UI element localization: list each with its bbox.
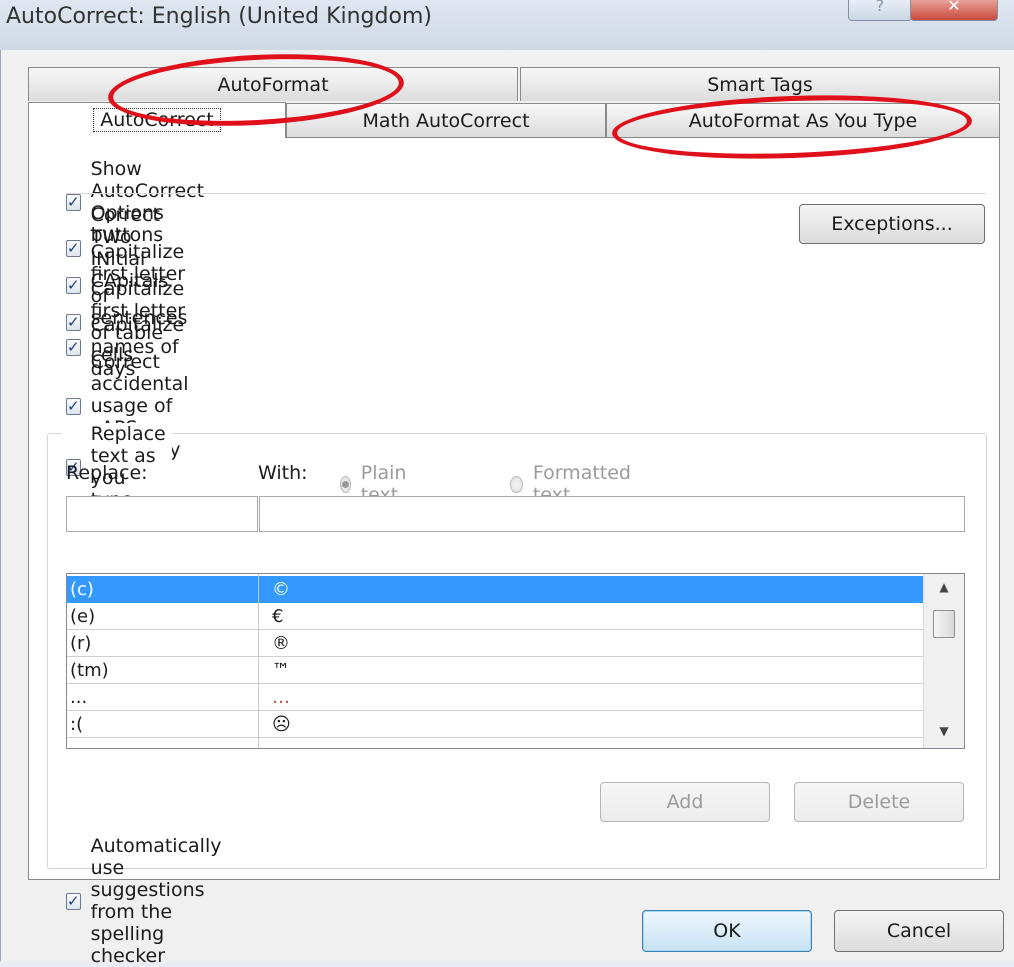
entry-with: € (272, 606, 284, 627)
tab-autoformat-as-you-type[interactable]: AutoFormat As You Type (606, 103, 1000, 137)
with-input[interactable] (259, 496, 965, 532)
tab-smart-tags[interactable]: Smart Tags (520, 67, 1000, 101)
cancel-button[interactable]: Cancel (834, 910, 1004, 952)
plain-text-radio-button[interactable] (340, 475, 351, 493)
ok-button[interactable]: OK (642, 910, 812, 952)
title-bar: AutoCorrect: English (United Kingdom) ? … (0, 0, 1014, 50)
entry-with: ® (272, 633, 290, 654)
list-item[interactable]: (r) ® (67, 630, 923, 657)
check-icon: ✓ (67, 396, 80, 415)
entry-with: … (272, 687, 290, 708)
close-button[interactable]: ✕ (910, 0, 998, 21)
separator (66, 193, 986, 194)
entry-with: © (272, 579, 290, 600)
tab-smart-tags-label: Smart Tags (707, 74, 813, 96)
column-divider (258, 574, 259, 748)
list-scrollbar[interactable]: ▲ ▼ (923, 574, 964, 748)
scroll-down-arrow-icon[interactable]: ▼ (924, 724, 964, 738)
entry-replace: ... (70, 687, 88, 708)
list-item[interactable]: :( ☹ (67, 711, 923, 738)
window-title: AutoCorrect: English (United Kingdom) (6, 4, 432, 29)
help-button[interactable]: ? (848, 0, 912, 21)
entry-with: ™ (272, 660, 290, 681)
tab-autoformat-as-you-type-label: AutoFormat As You Type (688, 110, 918, 132)
tab-autoformat[interactable]: AutoFormat (28, 67, 518, 101)
radio-dot (341, 480, 349, 488)
list-item[interactable]: (c) © (67, 576, 923, 603)
caps-lock-checkbox[interactable]: ✓ (66, 396, 81, 415)
tab-autocorrect[interactable]: AutoCorrect (28, 102, 286, 138)
with-label: With: (258, 462, 308, 484)
list-item[interactable]: (e) € (67, 603, 923, 630)
tab-autoformat-label: AutoFormat (217, 74, 329, 96)
entry-replace: :( (70, 714, 84, 735)
formatted-text-radio-button[interactable] (510, 475, 523, 493)
scroll-thumb[interactable] (933, 610, 955, 638)
entry-replace: (e) (70, 606, 96, 627)
add-button[interactable]: Add (600, 782, 770, 822)
spelling-suggestions-checkbox[interactable]: ✓ (66, 891, 81, 910)
spelling-suggestions-label: Automatically use suggestions from the s… (90, 835, 222, 967)
tab-math-autocorrect[interactable]: Math AutoCorrect (286, 103, 606, 137)
help-icon: ? (875, 0, 885, 15)
close-icon: ✕ (947, 0, 961, 15)
autocorrect-entries-list[interactable]: (c) © (e) € (r) ® (tm) ™ ... … :( ☹ ▲ ▼ (66, 573, 965, 749)
option-spelling-suggestions[interactable]: ✓ Automatically use suggestions from the… (66, 835, 224, 967)
entry-replace: (r) (70, 633, 92, 654)
check-icon: ✓ (67, 891, 80, 910)
entry-with: ☹ (272, 714, 291, 735)
replace-label: Replace: (66, 462, 148, 484)
scroll-up-arrow-icon[interactable]: ▲ (924, 580, 964, 594)
tab-math-autocorrect-label: Math AutoCorrect (362, 110, 530, 132)
list-item[interactable]: (tm) ™ (67, 657, 923, 684)
exceptions-button[interactable]: Exceptions... (799, 204, 985, 244)
delete-button[interactable]: Delete (794, 782, 964, 822)
list-item[interactable]: ... … (67, 684, 923, 711)
entry-replace: (c) (70, 579, 94, 600)
tab-autocorrect-label: AutoCorrect (93, 108, 221, 132)
replace-input[interactable] (66, 496, 258, 532)
entry-replace: (tm) (70, 660, 109, 681)
